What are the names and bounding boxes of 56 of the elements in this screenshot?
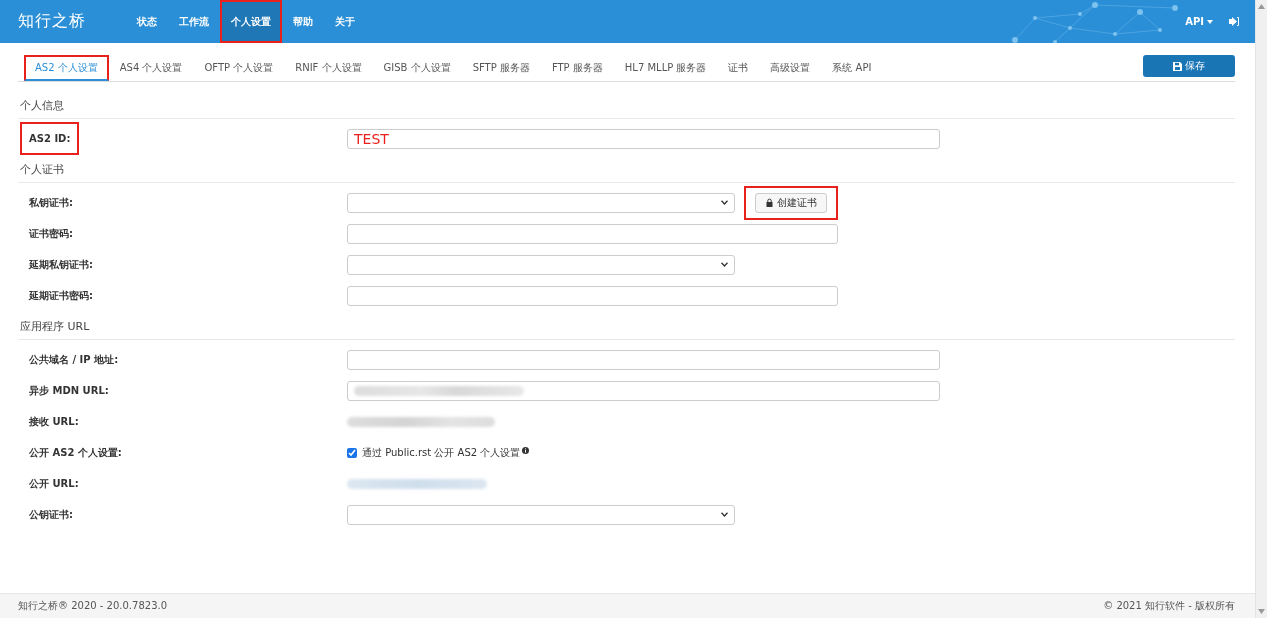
scrollbar[interactable]: [1255, 0, 1267, 618]
text-field[interactable]: [347, 380, 940, 401]
field-label: 接收 URL:: [29, 414, 79, 429]
tab[interactable]: AS2 个人设置: [24, 55, 109, 81]
nav-item[interactable]: 帮助: [282, 0, 324, 43]
section-heading: 个人证书: [18, 162, 1235, 183]
field-label: AS2 ID:: [29, 133, 71, 144]
password-field[interactable]: [347, 223, 838, 244]
field-label: 公共域名 / IP 地址:: [29, 352, 119, 367]
field-label: 证书密码:: [29, 226, 73, 241]
tab[interactable]: 证书: [717, 55, 760, 81]
tab[interactable]: 系统 API: [821, 55, 883, 81]
api-menu[interactable]: API: [1185, 0, 1213, 43]
footer-version: 知行之桥® 2020 - 20.0.7823.0: [18, 599, 168, 613]
logo[interactable]: 知行之桥: [18, 11, 86, 32]
field-label: 公钥证书:: [29, 507, 73, 522]
field-label: 公开 AS2 个人设置:: [29, 445, 122, 460]
checkbox-label: 通过 Public.rst 公开 AS2 个人设置: [362, 445, 521, 460]
save-button[interactable]: 保存: [1143, 55, 1235, 77]
section-heading: 应用程序 URL: [18, 319, 1235, 340]
footer-copyright: © 2021 知行软件 - 版权所有: [1103, 599, 1235, 613]
scroll-up-icon[interactable]: [1258, 4, 1265, 9]
nav-item[interactable]: 关于: [324, 0, 366, 43]
chevron-down-icon: [721, 512, 728, 517]
info-icon: [522, 447, 530, 454]
tab[interactable]: RNIF 个人设置: [284, 55, 373, 81]
tab[interactable]: AS4 个人设置: [108, 55, 194, 81]
nav-item[interactable]: 状态: [126, 0, 168, 43]
password-field[interactable]: [347, 285, 838, 306]
nav-item[interactable]: 个人设置: [220, 0, 282, 43]
field-label: 公开 URL:: [29, 476, 79, 491]
tab[interactable]: OFTP 个人设置: [193, 55, 285, 81]
create-certificate-button[interactable]: 创建证书: [755, 192, 827, 213]
caret-icon: [1207, 19, 1213, 24]
nav-item[interactable]: 工作流: [168, 0, 220, 43]
dropdown[interactable]: [347, 504, 735, 525]
chevron-down-icon: [721, 262, 728, 267]
section-heading: 个人信息: [18, 98, 1235, 119]
tab[interactable]: FTP 服务器: [540, 55, 614, 81]
field-label: 私钥证书:: [29, 195, 73, 210]
checkbox[interactable]: [347, 447, 357, 458]
logout-icon[interactable]: [1229, 17, 1239, 26]
chevron-down-icon: [721, 200, 728, 205]
tab[interactable]: SFTP 服务器: [461, 55, 541, 81]
scroll-down-icon[interactable]: [1258, 609, 1265, 614]
field-label: 延期私钥证书:: [29, 257, 93, 272]
field-label: 延期证书密码:: [29, 288, 93, 303]
field-label: 异步 MDN URL:: [29, 383, 109, 398]
dropdown[interactable]: [347, 192, 735, 213]
text-field[interactable]: [347, 349, 940, 370]
lock-icon: [765, 198, 774, 207]
tab[interactable]: 高级设置: [759, 55, 822, 81]
tab[interactable]: HL7 MLLP 服务器: [613, 55, 718, 81]
text-field[interactable]: TEST: [347, 128, 940, 149]
tab[interactable]: GISB 个人设置: [372, 55, 462, 81]
dropdown[interactable]: [347, 254, 735, 275]
